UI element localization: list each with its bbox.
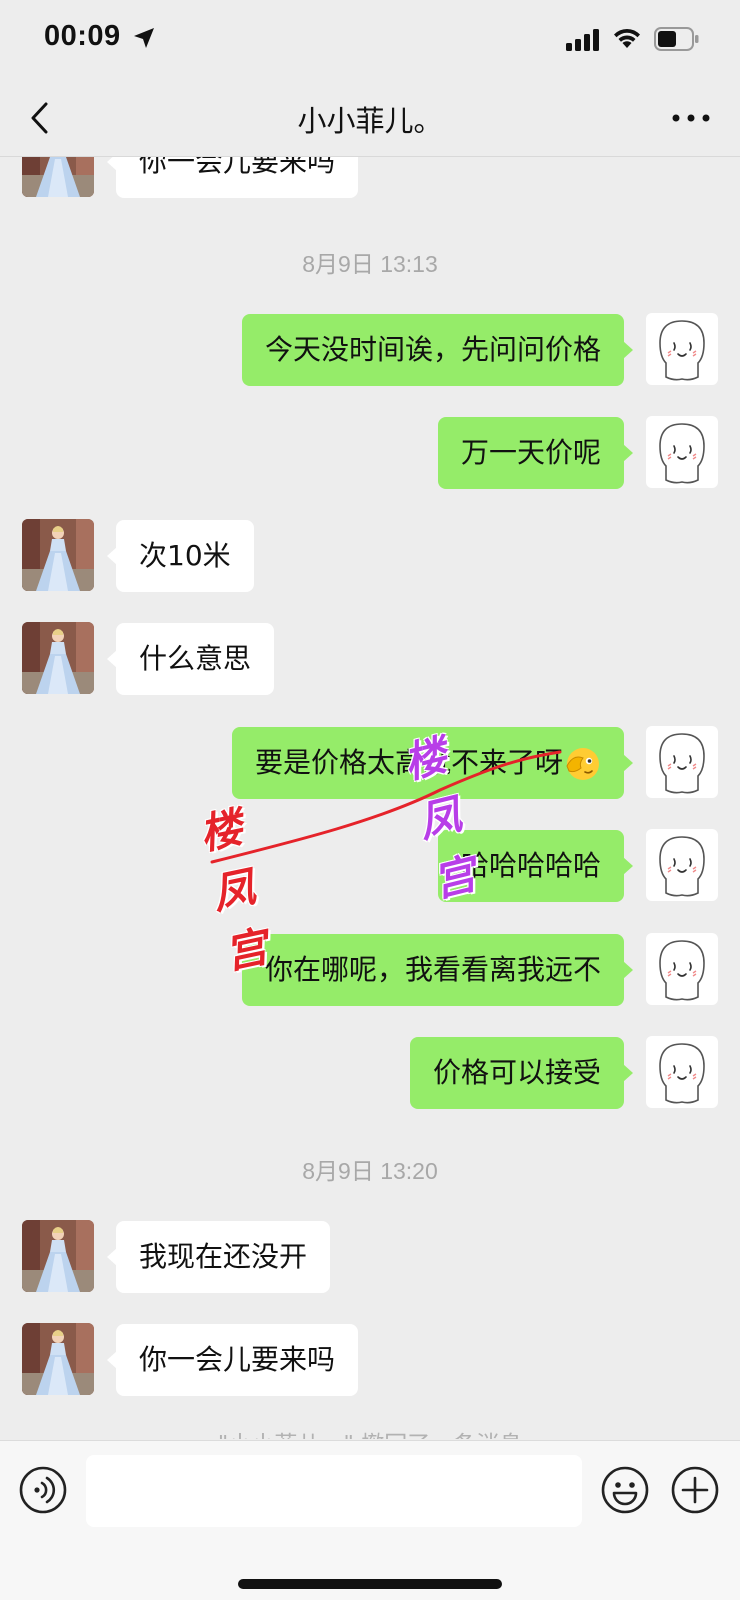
message-text: 要是价格太高就不来了呀 bbox=[254, 746, 563, 779]
chevron-left-icon bbox=[31, 102, 48, 134]
message-sent: 哈哈哈哈哈 bbox=[0, 829, 740, 903]
message-sent: 价格可以接受 bbox=[0, 1036, 740, 1110]
plus-icon[interactable] bbox=[670, 1465, 720, 1515]
message-bubble[interactable]: 次10米 bbox=[107, 520, 254, 592]
contact-avatar[interactable] bbox=[22, 622, 94, 694]
message-received: 你一会儿要来吗 bbox=[0, 1323, 740, 1397]
battery-icon bbox=[654, 27, 699, 51]
message-sent: 你在哪呢，我看看离我远不 bbox=[0, 933, 740, 1007]
contact-avatar-photo bbox=[22, 622, 94, 694]
message-bubble[interactable]: 价格可以接受 bbox=[409, 1037, 634, 1109]
my-avatar[interactable] bbox=[646, 829, 718, 901]
message-input[interactable] bbox=[86, 1455, 582, 1527]
message-received: 我现在还没开 bbox=[0, 1220, 740, 1294]
chat-area[interactable]: 你一会儿要来吗 8月9日 13:13 今天没时间诶，先问问价格 万一天价呢 次1… bbox=[0, 157, 740, 1439]
message-bubble[interactable]: 万一天价呢 bbox=[437, 417, 634, 489]
status-bar: 00:09 bbox=[0, 0, 740, 80]
my-avatar[interactable] bbox=[646, 726, 718, 798]
white-blob-avatar bbox=[646, 416, 718, 488]
message-received-partial: 你一会儿要来吗 bbox=[0, 157, 740, 199]
message-bubble[interactable]: 我现在还没开 bbox=[106, 1221, 331, 1293]
white-blob-avatar bbox=[646, 933, 718, 1005]
message-bubble[interactable]: 今天没时间诶，先问问价格 bbox=[241, 314, 634, 386]
back-button[interactable] bbox=[18, 96, 62, 140]
status-time: 00:09 bbox=[44, 20, 121, 52]
contact-avatar-photo bbox=[22, 1323, 94, 1395]
white-blob-avatar bbox=[646, 1036, 718, 1108]
wifi-icon bbox=[614, 28, 640, 48]
facepalm-emoji-icon bbox=[566, 748, 599, 780]
contact-avatar[interactable] bbox=[22, 157, 94, 197]
chat-title[interactable]: 小小菲儿。 bbox=[170, 98, 570, 140]
contact-avatar-photo bbox=[22, 519, 94, 591]
timestamp: 8月9日 13:20 bbox=[302, 1158, 438, 1184]
message-bubble[interactable]: 哈哈哈哈哈 bbox=[437, 830, 634, 902]
input-bar bbox=[0, 1440, 740, 1600]
cellular-signal-icon bbox=[566, 29, 599, 51]
contact-avatar[interactable] bbox=[22, 1323, 94, 1395]
message-sent: 要是价格太高就不来了呀 bbox=[0, 726, 740, 800]
my-avatar[interactable] bbox=[646, 313, 718, 385]
more-button[interactable] bbox=[666, 96, 716, 140]
contact-avatar[interactable] bbox=[22, 519, 94, 591]
white-blob-avatar bbox=[646, 726, 718, 798]
contact-avatar[interactable] bbox=[22, 1220, 94, 1292]
white-blob-avatar bbox=[646, 829, 718, 901]
message-bubble[interactable]: 你一会儿要来吗 bbox=[106, 1324, 359, 1396]
message-received: 次10米 bbox=[0, 519, 740, 593]
location-arrow-icon bbox=[134, 28, 154, 48]
message-sent: 今天没时间诶，先问问价格 bbox=[0, 313, 740, 387]
my-avatar[interactable] bbox=[646, 416, 718, 488]
message-sent: 万一天价呢 bbox=[0, 416, 740, 490]
home-indicator bbox=[238, 1579, 502, 1589]
message-received: 什么意思 bbox=[0, 622, 740, 696]
my-avatar[interactable] bbox=[646, 1036, 718, 1108]
smiley-icon[interactable] bbox=[600, 1465, 650, 1515]
message-bubble[interactable]: 你一会儿要来吗 bbox=[106, 157, 359, 198]
nav-bar: 小小菲儿。 bbox=[0, 80, 740, 157]
my-avatar[interactable] bbox=[646, 933, 718, 1005]
wechat-chat-screen: 00:09 小小菲儿。 你一会儿要来吗 8月9日 13:13 今天没时间诶，先问… bbox=[0, 0, 740, 1600]
white-blob-avatar bbox=[646, 313, 718, 385]
contact-avatar-photo bbox=[22, 1220, 94, 1292]
message-bubble[interactable]: 什么意思 bbox=[106, 623, 275, 695]
recall-notice: "小小菲儿。" 撤回了一条消息 bbox=[0, 1425, 740, 1439]
voice-icon[interactable] bbox=[18, 1465, 68, 1515]
ellipsis-icon bbox=[672, 114, 710, 122]
message-bubble-with-emoji[interactable]: 要是价格太高就不来了呀 bbox=[231, 727, 634, 799]
message-bubble[interactable]: 你在哪呢，我看看离我远不 bbox=[241, 934, 634, 1006]
timestamp: 8月9日 13:13 bbox=[302, 251, 438, 277]
contact-avatar-photo bbox=[22, 157, 94, 197]
